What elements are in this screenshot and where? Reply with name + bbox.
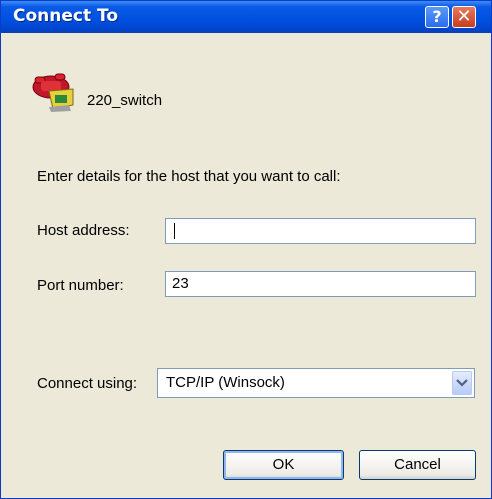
host-address-input[interactable] — [165, 218, 476, 244]
ok-button[interactable]: OK — [223, 450, 344, 480]
prompt-text: Enter details for the host that you want… — [37, 168, 341, 185]
connect-using-value: TCP/IP (Winsock) — [166, 374, 285, 391]
title-bar[interactable]: Connect To ? ✕ — [1, 1, 491, 33]
close-button[interactable]: ✕ — [452, 6, 476, 28]
connect-using-label: Connect using: — [37, 375, 138, 392]
dropdown-button[interactable] — [452, 371, 472, 395]
host-address-label: Host address: — [37, 222, 130, 239]
port-number-input[interactable]: 23 — [165, 271, 476, 297]
port-number-value: 23 — [172, 275, 189, 292]
help-button[interactable]: ? — [425, 6, 449, 28]
connection-name: 220_switch — [87, 92, 163, 109]
window-title: Connect To — [13, 6, 119, 26]
telephone-icon — [32, 73, 74, 112]
text-caret — [174, 223, 175, 239]
chevron-down-icon — [456, 379, 468, 387]
connect-using-select[interactable]: TCP/IP (Winsock) — [157, 368, 475, 398]
connect-to-dialog: Connect To ? ✕ 220_switch Enter details … — [0, 0, 492, 499]
cancel-button[interactable]: Cancel — [359, 450, 476, 480]
port-number-label: Port number: — [37, 277, 124, 294]
